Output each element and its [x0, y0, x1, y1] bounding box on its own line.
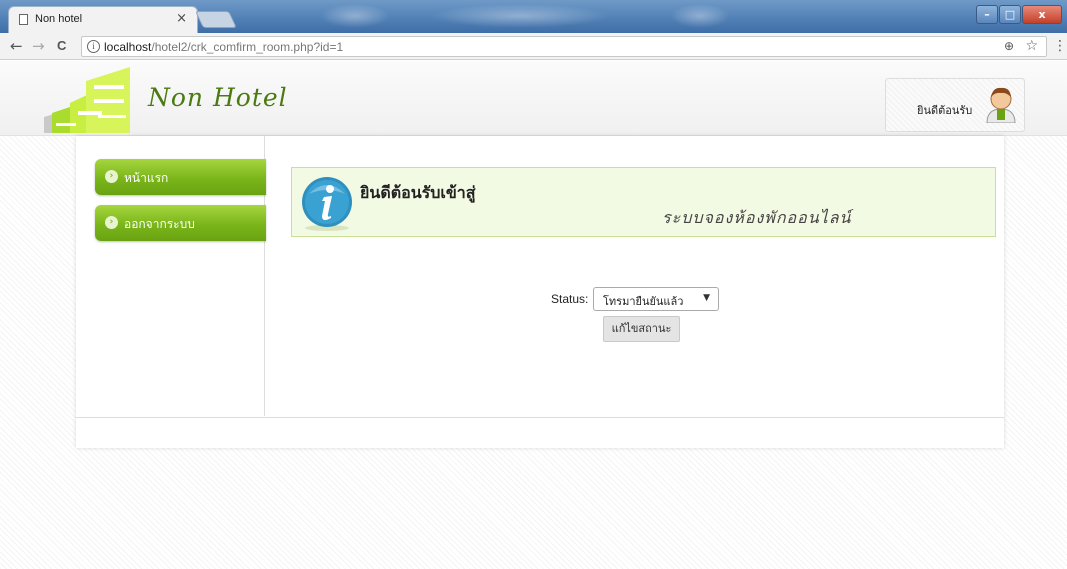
panel-subtitle: ระบบจองห้องพักออนไลน์: [662, 208, 852, 227]
main-container: › หน้าแรก › ออกจากระบบ ยินดีต้อนรับเข้าส…: [76, 136, 1004, 448]
bookmark-star-icon[interactable]: ☆: [1025, 38, 1038, 54]
status-label: Status:: [551, 292, 589, 306]
reload-button[interactable]: C: [57, 37, 66, 55]
status-selected-value: โทรมายืนยันแล้ว: [603, 295, 684, 308]
site-header: Non Hotel ยินดีต้อนรับ: [0, 61, 1067, 136]
chevron-right-icon: ›: [105, 170, 118, 183]
browser-titlebar: Non hotel × – □ x: [0, 0, 1067, 33]
close-tab-icon[interactable]: ×: [176, 11, 187, 26]
browser-tab[interactable]: Non hotel ×: [8, 6, 198, 33]
sidebar-item-label: ออกจากระบบ: [124, 217, 195, 231]
welcome-text: ยินดีต้อนรับ: [917, 104, 973, 117]
info-icon: [302, 177, 352, 231]
edit-status-button[interactable]: แก้ไขสถานะ: [603, 316, 680, 342]
user-avatar-icon: [986, 87, 1016, 123]
browser-menu-icon[interactable]: ⋮: [1053, 38, 1067, 54]
page-body: Non Hotel ยินดีต้อนรับ › หน้าแรก › ออกจา…: [0, 61, 1067, 569]
user-welcome-box: ยินดีต้อนรับ: [885, 78, 1025, 132]
chevron-down-icon: ▼: [703, 293, 710, 303]
sidebar-item-logout[interactable]: › ออกจากระบบ: [95, 205, 266, 241]
sidebar-item-label: หน้าแรก: [124, 171, 169, 185]
hotel-logo-icon: [44, 67, 130, 133]
url-text: localhost/hotel2/crk_comfirm_room.php?id…: [104, 40, 343, 54]
chevron-right-icon: ›: [105, 216, 118, 229]
forward-button[interactable]: →: [32, 37, 45, 55]
url-input[interactable]: i localhost/hotel2/crk_comfirm_room.php?…: [81, 36, 1047, 57]
url-host: localhost: [104, 40, 152, 54]
status-select[interactable]: โทรมายืนยันแล้ว ▼: [593, 287, 719, 311]
panel-title: ยินดีต้อนรับเข้าสู่: [360, 183, 476, 202]
sidebar-item-home[interactable]: › หน้าแรก: [95, 159, 266, 195]
zoom-icon[interactable]: ⊕: [1004, 39, 1014, 53]
page-icon: [19, 14, 28, 25]
address-bar: ← → C i localhost/hotel2/crk_comfirm_roo…: [0, 33, 1067, 60]
footer-bar: [76, 417, 1004, 448]
new-tab-button[interactable]: [195, 11, 237, 28]
welcome-panel: ยินดีต้อนรับเข้าสู่ ระบบจองห้องพักออนไลน…: [291, 167, 996, 237]
close-window-button[interactable]: x: [1022, 5, 1062, 24]
url-path: /hotel2/crk_comfirm_room.php?id=1: [151, 40, 344, 54]
minimize-button[interactable]: –: [976, 5, 998, 24]
back-button[interactable]: ←: [10, 37, 23, 55]
tab-title: Non hotel: [35, 13, 83, 25]
maximize-button[interactable]: □: [999, 5, 1021, 24]
site-name: Non Hotel: [148, 83, 288, 112]
info-icon[interactable]: i: [87, 40, 100, 53]
sidebar: › หน้าแรก › ออกจากระบบ: [76, 136, 266, 416]
main-content: ยินดีต้อนรับเข้าสู่ ระบบจองห้องพักออนไลน…: [266, 136, 1004, 416]
